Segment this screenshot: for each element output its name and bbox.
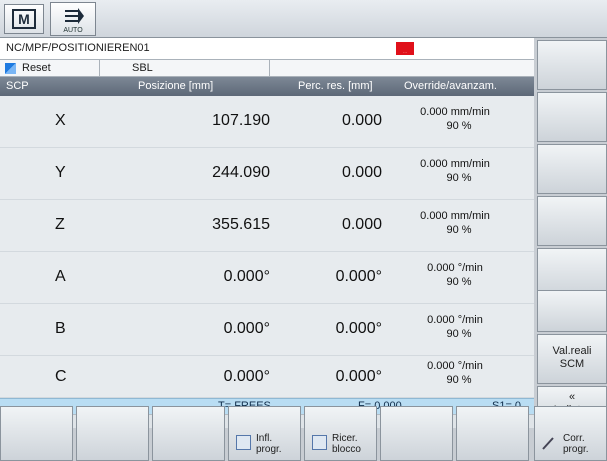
axis-distance: 0.000° — [335, 320, 382, 337]
vertical-softkey-1[interactable] — [537, 40, 607, 90]
status-bar: Reset SBL — [0, 60, 534, 77]
axis-distance: 0.000° — [335, 368, 382, 385]
reset-label: Reset — [22, 62, 51, 74]
axis-name: Z — [55, 216, 65, 233]
axis-feed: 0.000 mm/min — [420, 106, 490, 118]
axis-override: 90 % — [446, 374, 472, 386]
auto-arrow-icon — [65, 8, 84, 24]
block-search-icon — [312, 435, 327, 450]
axis-row: Z 355.615 0.000 0.000 mm/min 90 % — [0, 200, 534, 252]
program-influence-label: Infl. progr. — [256, 433, 282, 455]
block-search-label: Ricer. blocco — [332, 433, 361, 455]
axis-position: 0.000° — [223, 368, 270, 385]
sbl-label: SBL — [132, 62, 153, 74]
header-scp: SCP — [6, 80, 29, 92]
axis-feed: 0.000 °/min — [427, 314, 483, 326]
header-distance: Perc. res. [mm] — [298, 80, 373, 92]
axis-position: 107.190 — [212, 112, 270, 129]
axis-name: Y — [55, 164, 66, 181]
axis-feed: 0.000 °/min — [427, 262, 483, 274]
main-panel: NC/MPF/POSITIONIEREN01 ··· Reset SBL SCP… — [0, 38, 534, 428]
svg-text:M: M — [18, 11, 30, 27]
vertical-softkey-2[interactable] — [537, 92, 607, 142]
axis-name: C — [55, 368, 67, 385]
axis-feed: 0.000 mm/min — [420, 210, 490, 222]
axis-row: A 0.000° 0.000° 0.000 °/min 90 % — [0, 252, 534, 304]
table-header: SCP Posizione [mm] Perc. res. [mm] Overr… — [0, 77, 534, 96]
program-path-bar: NC/MPF/POSITIONIEREN01 ··· — [0, 38, 534, 60]
axis-distance: 0.000 — [341, 112, 382, 129]
axis-name: B — [55, 320, 66, 337]
program-correction-button[interactable]: Corr. progr. — [534, 406, 607, 461]
horizontal-softkey-7[interactable] — [456, 406, 529, 461]
program-status-flag: ··· — [396, 42, 414, 55]
program-influence-button[interactable]: Infl. progr. — [228, 406, 301, 461]
axis-position: 0.000° — [223, 268, 270, 285]
vertical-softkey-6[interactable] — [537, 290, 607, 332]
top-bar: M AUTO — [0, 0, 607, 38]
axis-row: C 0.000° 0.000° 0.000 °/min 90 % — [0, 356, 534, 398]
axis-name: X — [55, 112, 66, 129]
axis-override: 90 % — [446, 276, 472, 288]
horizontal-softkey-1[interactable] — [0, 406, 73, 461]
axis-distance: 0.000 — [341, 164, 382, 181]
program-influence-icon — [236, 435, 251, 450]
axis-position: 355.615 — [212, 216, 270, 233]
block-search-button[interactable]: Ricer. blocco — [304, 406, 377, 461]
sbl-status: SBL — [100, 60, 270, 76]
vertical-softkey-4[interactable] — [537, 196, 607, 246]
axis-feed: 0.000 °/min — [427, 360, 483, 372]
reset-status: Reset — [0, 60, 100, 76]
header-override: Override/avanzam. — [404, 80, 497, 92]
program-path: NC/MPF/POSITIONIEREN01 — [6, 42, 150, 54]
axis-row: Y 244.090 0.000 0.000 mm/min 90 % — [0, 148, 534, 200]
header-position: Posizione [mm] — [138, 80, 214, 92]
axis-feed: 0.000 mm/min — [420, 158, 490, 170]
axis-row: X 107.190 0.000 0.000 mm/min 90 % — [0, 96, 534, 148]
axis-override: 90 % — [446, 120, 472, 132]
axis-override: 90 % — [446, 224, 472, 236]
horizontal-softkey-3[interactable] — [152, 406, 225, 461]
actual-values-scm-label: Val.reali SCM — [552, 345, 592, 370]
horizontal-softkey-6[interactable] — [380, 406, 453, 461]
axis-distance: 0.000 — [341, 216, 382, 233]
axis-position: 244.090 — [212, 164, 270, 181]
axis-name: A — [55, 268, 66, 285]
program-correction-label: Corr. progr. — [563, 433, 589, 455]
pencil-icon — [542, 437, 554, 450]
actual-values-scm-button[interactable]: Val.reali SCM — [537, 334, 607, 384]
auto-label: AUTO — [63, 27, 83, 34]
auto-mode-button[interactable]: AUTO — [50, 2, 96, 36]
machine-m-icon[interactable]: M — [4, 4, 44, 34]
axis-override: 90 % — [446, 172, 472, 184]
vertical-softkey-3[interactable] — [537, 144, 607, 194]
axis-row: B 0.000° 0.000° 0.000 °/min 90 % — [0, 304, 534, 356]
axis-position: 0.000° — [223, 320, 270, 337]
horizontal-softkey-2[interactable] — [76, 406, 149, 461]
reset-icon — [5, 63, 16, 74]
axis-distance: 0.000° — [335, 268, 382, 285]
status-empty-cell — [270, 60, 534, 76]
axis-override: 90 % — [446, 328, 472, 340]
